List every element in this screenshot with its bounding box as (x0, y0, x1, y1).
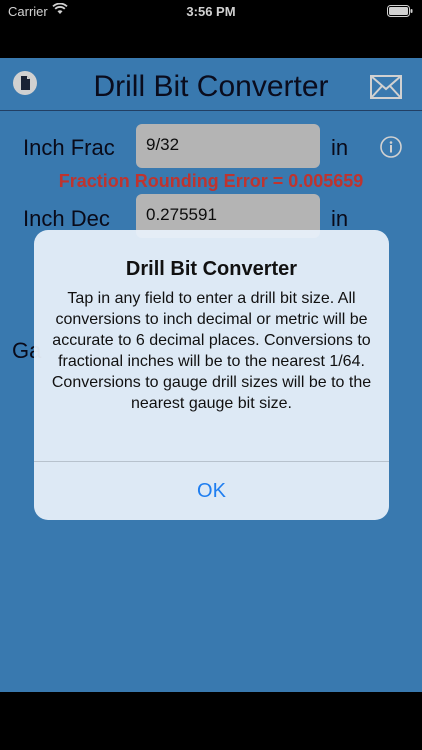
ok-button[interactable]: OK (34, 462, 389, 520)
alert-title: Drill Bit Converter (125, 258, 298, 280)
alert-message: Tap in any field to enter a drill bit si… (51, 290, 372, 412)
alert-dialog: Drill Bit Converter Tap in any field to … (34, 230, 389, 520)
